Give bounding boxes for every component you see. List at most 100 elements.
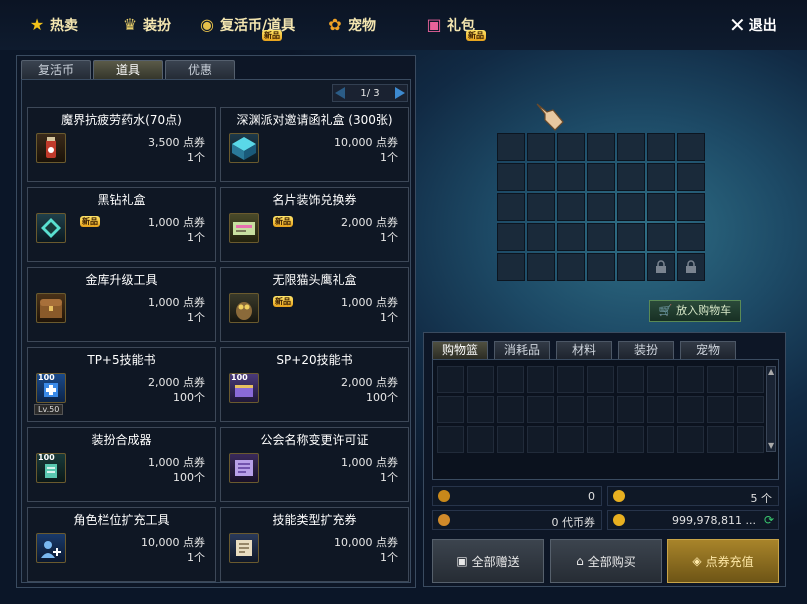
inventory-slot[interactable] <box>497 163 525 191</box>
item-card[interactable]: 角色栏位扩充工具 10,000 点券 1个 <box>27 507 216 582</box>
cart-slot[interactable] <box>647 366 674 393</box>
inventory-slot[interactable] <box>677 163 705 191</box>
inventory-slot[interactable] <box>647 253 675 281</box>
cart-slot[interactable] <box>437 396 464 423</box>
cart-slot[interactable] <box>737 396 764 423</box>
scroll-down-icon[interactable]: ▼ <box>768 442 774 450</box>
cart-slot[interactable] <box>617 396 644 423</box>
inventory-slot[interactable] <box>617 163 645 191</box>
inventory-slot[interactable] <box>647 133 675 161</box>
cart-scrollbar[interactable]: ▲ ▼ <box>766 366 776 452</box>
prev-page-icon[interactable] <box>335 87 345 99</box>
inventory-slot[interactable] <box>677 253 705 281</box>
inventory-slot[interactable] <box>557 163 585 191</box>
exit-button[interactable]: ✕ 退出 <box>729 13 777 37</box>
inventory-slot[interactable] <box>557 133 585 161</box>
inventory-slot[interactable] <box>497 223 525 251</box>
inventory-slot[interactable] <box>527 133 555 161</box>
tab-pets[interactable]: 宠物 <box>680 341 736 359</box>
cart-slot[interactable] <box>497 426 524 453</box>
cart-slot[interactable] <box>437 426 464 453</box>
cart-slot[interactable] <box>467 366 494 393</box>
inventory-slot[interactable] <box>587 193 615 221</box>
inventory-slot[interactable] <box>677 223 705 251</box>
tab-consumables[interactable]: 消耗品 <box>494 341 550 359</box>
item-card[interactable]: SP+20技能书 100 2,000 点券 100个 <box>220 347 409 422</box>
inventory-slot[interactable] <box>587 163 615 191</box>
inventory-slot[interactable] <box>527 193 555 221</box>
inventory-slot[interactable] <box>497 193 525 221</box>
item-card[interactable]: 金库升级工具 1,000 点券 1个 <box>27 267 216 342</box>
cart-slot[interactable] <box>677 396 704 423</box>
cart-slot[interactable] <box>617 426 644 453</box>
inventory-slot[interactable] <box>647 193 675 221</box>
tab-basket[interactable]: 购物篮 <box>432 341 488 359</box>
cart-slot[interactable] <box>707 396 734 423</box>
cart-slot[interactable] <box>737 366 764 393</box>
tab-items[interactable]: 道具 <box>93 60 163 80</box>
menu-pet[interactable]: ✿ 宠物 <box>325 14 376 36</box>
cart-slot[interactable] <box>557 366 584 393</box>
item-card[interactable]: TP+5技能书 100 Lv.50 2,000 点券 100个 <box>27 347 216 422</box>
cart-slot[interactable] <box>527 396 554 423</box>
gift-all-button[interactable]: ▣ 全部赠送 <box>432 539 544 583</box>
item-card[interactable]: 公会名称变更许可证 1,000 点券 1个 <box>220 427 409 502</box>
inventory-slot[interactable] <box>617 253 645 281</box>
item-card[interactable]: 无限猫头鹰礼盒 新品 1,000 点券 1个 <box>220 267 409 342</box>
cart-slot[interactable] <box>557 426 584 453</box>
next-page-icon[interactable] <box>395 87 405 99</box>
cart-slot[interactable] <box>587 426 614 453</box>
cart-slot[interactable] <box>647 426 674 453</box>
item-card[interactable]: 装扮合成器 100 1,000 点券 100个 <box>27 427 216 502</box>
buy-all-button[interactable]: ⌂ 全部购买 <box>550 539 662 583</box>
inventory-slot[interactable] <box>617 133 645 161</box>
item-card[interactable]: 技能类型扩充券 10,000 点券 1个 <box>220 507 409 582</box>
inventory-slot[interactable] <box>527 223 555 251</box>
inventory-slot[interactable] <box>677 193 705 221</box>
cart-slot[interactable] <box>707 426 734 453</box>
cart-slot[interactable] <box>467 396 494 423</box>
cart-slot[interactable] <box>707 366 734 393</box>
inventory-slot[interactable] <box>527 163 555 191</box>
inventory-slot[interactable] <box>617 223 645 251</box>
inventory-slot[interactable] <box>647 223 675 251</box>
cart-slot[interactable] <box>647 396 674 423</box>
inventory-slot[interactable] <box>587 133 615 161</box>
cart-slot[interactable] <box>527 366 554 393</box>
cart-slot[interactable] <box>497 366 524 393</box>
cart-slot[interactable] <box>737 426 764 453</box>
inventory-slot[interactable] <box>557 223 585 251</box>
menu-hot[interactable]: ★ 热卖 <box>27 14 78 36</box>
inventory-slot[interactable] <box>677 133 705 161</box>
item-card[interactable]: 黑钻礼盒 新品 1,000 点券 1个 <box>27 187 216 262</box>
tab-discount[interactable]: 优惠 <box>165 60 235 80</box>
cart-slot[interactable] <box>617 366 644 393</box>
cart-slot[interactable] <box>527 426 554 453</box>
inventory-slot[interactable] <box>557 193 585 221</box>
item-card[interactable]: 魔界抗疲劳药水(70点) 3,500 点券 1个 <box>27 107 216 182</box>
inventory-slot[interactable] <box>557 253 585 281</box>
cart-slot[interactable] <box>437 366 464 393</box>
cart-slot[interactable] <box>467 426 494 453</box>
inventory-slot[interactable] <box>497 133 525 161</box>
refresh-icon[interactable]: ⟳ <box>764 513 774 527</box>
cart-slot[interactable] <box>497 396 524 423</box>
item-card[interactable]: 深渊派对邀请函礼盒 (300张) 10,000 点券 1个 <box>220 107 409 182</box>
recharge-button[interactable]: ◈ 点券充值 <box>667 539 779 583</box>
scroll-up-icon[interactable]: ▲ <box>768 368 774 376</box>
cart-slot[interactable] <box>677 366 704 393</box>
add-to-cart-button[interactable]: 🛒 放入购物车 <box>649 300 741 322</box>
inventory-slot[interactable] <box>527 253 555 281</box>
inventory-slot[interactable] <box>587 223 615 251</box>
item-card[interactable]: 名片装饰兑换券 新品 2,000 点券 1个 <box>220 187 409 262</box>
cart-slot[interactable] <box>587 366 614 393</box>
inventory-slot[interactable] <box>587 253 615 281</box>
tab-outfits[interactable]: 装扮 <box>618 341 674 359</box>
inventory-slot[interactable] <box>497 253 525 281</box>
menu-outfit[interactable]: ♛ 装扮 <box>120 14 171 36</box>
inventory-slot[interactable] <box>617 193 645 221</box>
inventory-slot[interactable] <box>647 163 675 191</box>
cart-slot[interactable] <box>587 396 614 423</box>
tab-materials[interactable]: 材料 <box>556 341 612 359</box>
cart-slot[interactable] <box>677 426 704 453</box>
